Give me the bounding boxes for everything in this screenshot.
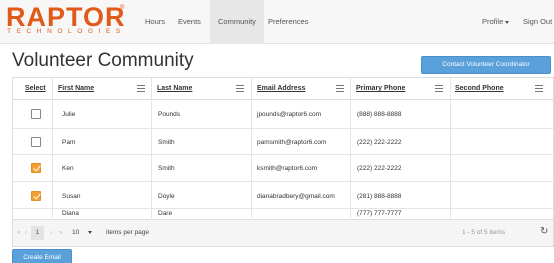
pager-info: 1 - 5 of 5 items [462, 229, 505, 236]
first-page-icon[interactable]: « [17, 229, 21, 236]
table-row[interactable]: Julie Pounds jpounds@raptor6.com (888) 8… [13, 100, 553, 129]
cell-first-name: Diana [62, 210, 79, 217]
cell-email: dianabradbery@gmail.com [257, 193, 335, 200]
table-row[interactable]: Susan Doyle dianabradbery@gmail.com (281… [13, 182, 553, 209]
caret-down-icon [88, 230, 93, 234]
nav-community[interactable]: Community [210, 0, 264, 44]
column-menu-icon[interactable] [336, 85, 344, 92]
raptor-logo[interactable]: RAPTOR ® TECHNOLOGIES [6, 2, 126, 39]
cell-primary-phone: (222) 222-2222 [357, 139, 402, 146]
current-page-button[interactable]: 1 [31, 226, 44, 240]
cell-primary-phone: (281) 888-8888 [357, 193, 402, 200]
cell-last-name: Dare [158, 210, 173, 217]
volunteer-grid: Select First Name Last Name Email Addres… [12, 77, 554, 247]
cell-first-name: Ken [62, 165, 74, 172]
last-page-icon[interactable]: » [59, 229, 63, 236]
column-menu-icon[interactable] [236, 85, 244, 92]
cell-email: ksmith@raptor6.com [257, 165, 318, 172]
column-menu-icon[interactable] [137, 85, 145, 92]
cell-first-name: Susan [62, 193, 81, 200]
table-row[interactable]: Pam Smith pamsmith@raptor6.com (222) 222… [13, 129, 553, 155]
column-header-last-name[interactable]: Last Name [157, 78, 192, 100]
profile-label: Profile [482, 17, 504, 26]
cell-primary-phone: (777) 777-7777 [357, 210, 402, 217]
cell-last-name: Doyle [158, 193, 175, 200]
grid-header: Select First Name Last Name Email Addres… [13, 78, 553, 100]
cell-email: pamsmith@raptor6.com [257, 139, 327, 146]
table-row[interactable]: Diana Dare (777) 777-7777 [13, 209, 553, 219]
next-page-icon[interactable]: › [50, 229, 52, 236]
cell-last-name: Pounds [158, 111, 181, 118]
top-navbar: RAPTOR ® TECHNOLOGIES Hours Events Commu… [0, 0, 554, 44]
logo-trademark: ® [120, 5, 125, 11]
column-menu-icon[interactable] [535, 85, 543, 92]
page-size-label: items per page [106, 229, 149, 236]
sign-out-link[interactable]: Sign Out [523, 0, 552, 44]
create-email-button[interactable]: Create Email [12, 249, 72, 263]
column-header-email[interactable]: Email Address [257, 78, 305, 100]
cell-last-name: Smith [158, 165, 175, 172]
row-select-checkbox[interactable] [31, 191, 41, 201]
column-menu-icon[interactable] [435, 85, 443, 92]
cell-first-name: Julie [62, 111, 76, 118]
page-size-select[interactable]: 10 [72, 229, 93, 236]
nav-events[interactable]: Events [172, 0, 207, 44]
column-header-select[interactable]: Select [25, 78, 46, 100]
cell-email: jpounds@raptor6.com [257, 111, 322, 118]
refresh-icon[interactable]: ↻ [540, 226, 548, 237]
cell-primary-phone: (222) 222-2222 [357, 165, 402, 172]
cell-first-name: Pam [62, 139, 76, 146]
row-select-checkbox[interactable] [31, 163, 41, 173]
nav-hours[interactable]: Hours [139, 0, 171, 44]
table-row[interactable]: Ken Smith ksmith@raptor6.com (222) 222-2… [13, 155, 553, 182]
profile-menu[interactable]: Profile [482, 0, 510, 44]
column-header-second-phone[interactable]: Second Phone [455, 78, 504, 100]
contact-coordinator-button[interactable]: Contact Volunteer Coordinator [421, 56, 551, 74]
caret-down-icon [505, 20, 510, 24]
prev-page-icon[interactable]: ‹ [25, 229, 27, 236]
row-select-checkbox[interactable] [31, 109, 41, 119]
cell-primary-phone: (888) 888-8888 [357, 111, 402, 118]
column-header-first-name[interactable]: First Name [58, 78, 94, 100]
page-title: Volunteer Community [12, 50, 194, 71]
nav-preferences[interactable]: Preferences [262, 0, 314, 44]
grid-pager: « ‹ 1 › » 10 items per page 1 - 5 of 5 i… [13, 219, 553, 246]
column-header-primary-phone[interactable]: Primary Phone [356, 78, 405, 100]
row-select-checkbox[interactable] [31, 137, 41, 147]
cell-last-name: Smith [158, 139, 175, 146]
logo-subtitle: TECHNOLOGIES [7, 28, 126, 35]
page-size-value: 10 [72, 229, 80, 236]
